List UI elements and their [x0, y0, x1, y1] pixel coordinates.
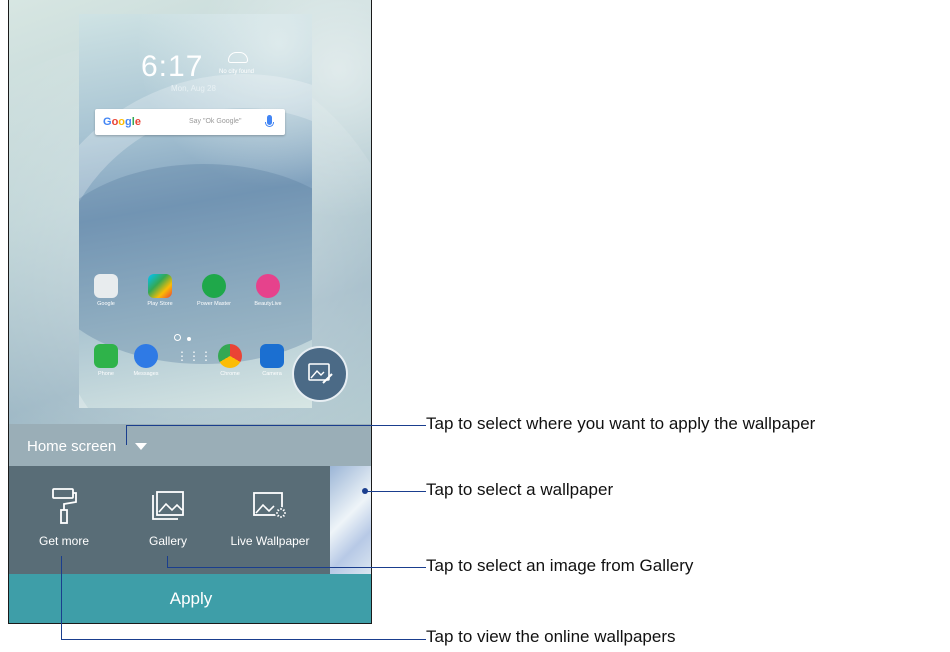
page-dot: [174, 334, 181, 341]
clock-widget: 6:17: [141, 50, 204, 83]
app-label: BeautyLive: [254, 301, 282, 307]
dropdown-arrow-icon: [135, 443, 147, 450]
callout-select-wallpaper: Tap to select a wallpaper: [426, 480, 614, 499]
camera-icon: [260, 344, 284, 368]
app-label: Play Store: [147, 301, 173, 307]
app-chrome: Chrome: [213, 344, 247, 377]
date-text: Mon, Aug 28: [171, 84, 216, 93]
apply-button[interactable]: Apply: [9, 574, 371, 623]
google-folder-icon: [94, 274, 118, 298]
app-google: Google: [89, 274, 123, 307]
callout-from-gallery: Tap to select an image from Gallery: [426, 556, 694, 575]
app-play-store: Play Store: [143, 274, 177, 307]
callout-apply-where: Tap to select where you want to apply th…: [426, 414, 816, 433]
wallpaper-settings-screen: 6:17 No city found Mon, Aug 28 Google Sa…: [8, 0, 372, 624]
google-logo: Google: [103, 116, 141, 128]
app-label: Chrome: [220, 371, 240, 377]
app-label: Google: [97, 301, 115, 307]
apply-label: Apply: [169, 589, 213, 608]
callout-line: [167, 567, 426, 568]
callout-line: [61, 556, 62, 640]
app-label: Messages: [133, 371, 159, 377]
app-drawer: ⋮⋮⋮: [171, 344, 212, 371]
page-dot: [187, 337, 191, 341]
app-label: Camera: [262, 371, 282, 377]
apply-to-selector[interactable]: Home screen: [9, 424, 371, 466]
messages-icon: [134, 344, 158, 368]
callout-dot: [362, 488, 368, 494]
chrome-icon: [218, 344, 242, 368]
app-messages: Messages: [129, 344, 163, 377]
power-master-icon: [202, 274, 226, 298]
wallpaper-source-bar: Get more Gallery Live Wallpaper: [9, 466, 371, 574]
get-more-label: Get more: [38, 534, 89, 548]
play-store-icon: [148, 274, 172, 298]
app-phone: Phone: [89, 344, 123, 377]
app-label: Phone: [98, 371, 114, 377]
live-wallpaper-icon: [253, 492, 287, 519]
paint-roller-icon: [52, 488, 77, 524]
app-label: Power Master: [197, 301, 231, 307]
callout-line: [126, 425, 127, 445]
callout-online: Tap to view the online wallpapers: [426, 627, 676, 646]
search-hint: Say "Ok Google": [189, 118, 242, 125]
live-wallpaper-label: Live Wallpaper: [230, 534, 310, 548]
edit-wallpaper-button[interactable]: [292, 346, 348, 402]
gallery-button[interactable]: Gallery: [123, 486, 213, 548]
app-power-master: Power Master: [197, 274, 231, 307]
callout-line: [365, 491, 426, 492]
get-more-button[interactable]: Get more: [19, 486, 109, 548]
wallpaper-preview: 6:17 No city found Mon, Aug 28 Google Sa…: [79, 14, 312, 408]
app-drawer-icon: ⋮⋮⋮: [176, 349, 212, 363]
callout-line: [61, 639, 426, 640]
image-edit-icon: [308, 363, 333, 384]
phone-icon: [94, 344, 118, 368]
wallpaper-thumbnail[interactable]: [330, 466, 371, 574]
gallery-label: Gallery: [148, 534, 187, 548]
app-camera: Camera: [255, 344, 289, 377]
microphone-icon: [265, 115, 274, 127]
cloud-icon: [228, 52, 248, 63]
app-beautylive: BeautyLive: [251, 274, 285, 307]
callout-line: [126, 425, 426, 426]
google-search-bar: Google Say "Ok Google": [95, 109, 285, 135]
home-screen-label: Home screen: [27, 438, 117, 455]
live-wallpaper-button[interactable]: Live Wallpaper: [225, 486, 315, 548]
weather-text: No city found: [219, 69, 255, 75]
beautylive-icon: [256, 274, 280, 298]
gallery-icon: [152, 491, 184, 520]
